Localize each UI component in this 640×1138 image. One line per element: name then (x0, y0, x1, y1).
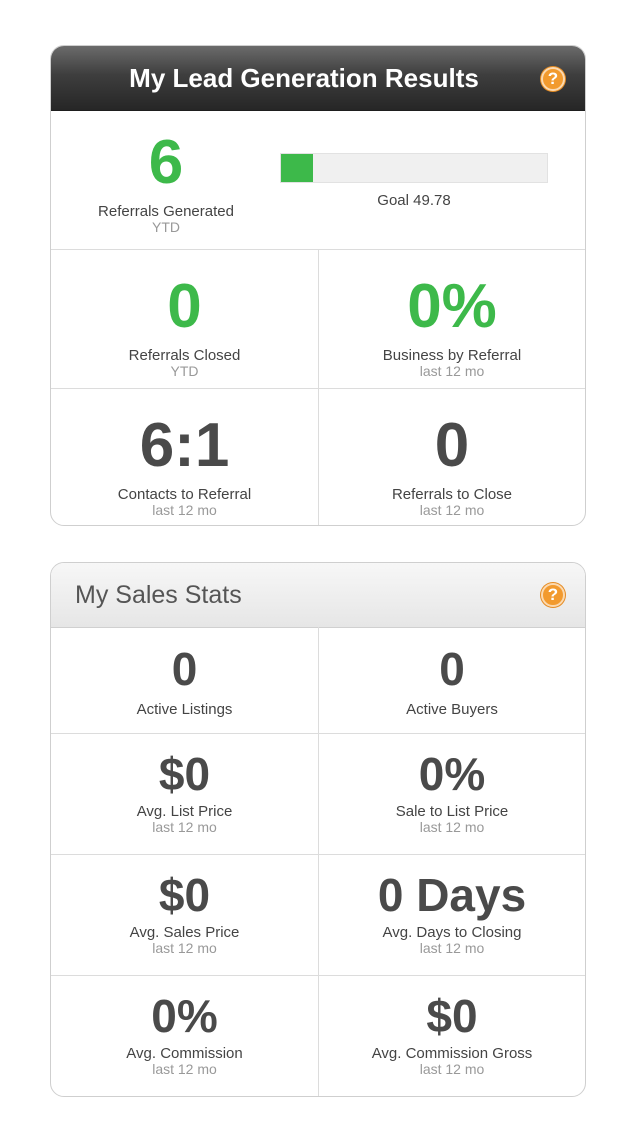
active-buyers-label: Active Buyers (406, 701, 498, 718)
business-by-referral-value: 0% (407, 272, 497, 341)
question-mark-icon[interactable]: ? (541, 67, 565, 91)
referral-goal-progress-bar (280, 153, 548, 183)
referrals-generated-value: 6 (148, 128, 184, 197)
avg-commission-gross-label: Avg. Commission Gross (371, 1045, 533, 1062)
lead-generation-header: My Lead Generation Results ? (51, 46, 585, 111)
sale-to-list-price-label: Sale to List Price (395, 803, 509, 820)
referrals-generated-period: YTD (152, 219, 180, 235)
avg-commission-period: last 12 mo (152, 1061, 217, 1077)
avg-commission-label: Avg. Commission (126, 1045, 243, 1062)
referral-goal-progress-fill (281, 154, 313, 182)
contacts-to-referral-value: 6:1 (139, 411, 230, 480)
lead-stats-row-3: 6:1 Contacts to Referral last 12 mo 0 Re… (51, 388, 585, 525)
sales-stats-row-1: 0 Active Listings 0 Active Buyers (51, 627, 585, 733)
avg-list-price-label: Avg. List Price (136, 803, 233, 820)
contacts-to-referral-period: last 12 mo (152, 502, 217, 518)
business-by-referral-stat: 0% Business by Referral last 12 mo (318, 250, 585, 388)
avg-list-price-value: $0 (158, 748, 211, 800)
referral-goal-text: Goal 49.78 (377, 192, 451, 209)
referrals-closed-value: 0 (167, 272, 202, 341)
avg-sales-price-value: $0 (158, 869, 211, 921)
avg-commission-value: 0% (151, 990, 218, 1042)
referrals-closed-period: YTD (170, 363, 199, 379)
referrals-closed-label: Referrals Closed (128, 347, 241, 364)
active-listings-label: Active Listings (136, 701, 233, 718)
lead-generation-title: My Lead Generation Results (129, 63, 479, 93)
avg-sales-price-label: Avg. Sales Price (129, 924, 240, 941)
avg-list-price-stat: $0 Avg. List Price last 12 mo (51, 734, 318, 854)
avg-commission-gross-period: last 12 mo (419, 1061, 485, 1077)
sales-stats-header: My Sales Stats ? (51, 563, 585, 628)
sales-stats-row-4: 0% Avg. Commission last 12 mo $0 Avg. Co… (51, 975, 585, 1096)
contacts-to-referral-label: Contacts to Referral (117, 486, 252, 503)
referrals-closed-stat: 0 Referrals Closed YTD (51, 250, 318, 388)
sales-stats-row-3: $0 Avg. Sales Price last 12 mo 0 Days Av… (51, 854, 585, 975)
lead-stats-row-2: 0 Referrals Closed YTD 0% Business by Re… (51, 249, 585, 388)
avg-list-price-period: last 12 mo (152, 819, 217, 835)
avg-days-to-closing-label: Avg. Days to Closing (382, 924, 522, 941)
active-listings-stat: 0 Active Listings (51, 627, 318, 733)
referrals-generated-label: Referrals Generated (98, 203, 234, 220)
avg-days-to-closing-stat: 0 Days Avg. Days to Closing last 12 mo (318, 855, 585, 975)
active-buyers-stat: 0 Active Buyers (318, 627, 585, 733)
avg-sales-price-stat: $0 Avg. Sales Price last 12 mo (51, 855, 318, 975)
active-buyers-value: 0 (439, 643, 465, 695)
avg-commission-stat: 0% Avg. Commission last 12 mo (51, 976, 318, 1096)
avg-days-to-closing-period: last 12 mo (419, 940, 485, 956)
referrals-generated-stat: 6 Referrals Generated YTD (51, 110, 281, 235)
sale-to-list-price-period: last 12 mo (419, 819, 485, 835)
question-mark-icon[interactable]: ? (541, 583, 565, 607)
referrals-to-close-label: Referrals to Close (391, 486, 513, 503)
business-by-referral-label: Business by Referral (382, 347, 522, 364)
referrals-generated-row: 6 Referrals Generated YTD Goal 49.78 (51, 110, 585, 249)
contacts-to-referral-stat: 6:1 Contacts to Referral last 12 mo (51, 389, 318, 525)
sales-stats-card: My Sales Stats ? 0 Active Listings 0 Act… (50, 562, 586, 1097)
avg-commission-gross-stat: $0 Avg. Commission Gross last 12 mo (318, 976, 585, 1096)
referrals-to-close-value: 0 (434, 411, 470, 480)
lead-generation-card: My Lead Generation Results ? 6 Referrals… (50, 45, 586, 526)
referrals-to-close-period: last 12 mo (419, 502, 485, 518)
avg-commission-gross-value: $0 (426, 990, 478, 1042)
sales-stats-title: My Sales Stats (75, 581, 242, 609)
active-listings-value: 0 (171, 643, 198, 695)
avg-sales-price-period: last 12 mo (152, 940, 217, 956)
sales-stats-row-2: $0 Avg. List Price last 12 mo 0% Sale to… (51, 733, 585, 854)
business-by-referral-period: last 12 mo (419, 363, 485, 379)
referrals-to-close-stat: 0 Referrals to Close last 12 mo (318, 389, 585, 525)
sale-to-list-price-value: 0% (418, 748, 486, 800)
sale-to-list-price-stat: 0% Sale to List Price last 12 mo (318, 734, 585, 854)
avg-days-to-closing-value: 0 Days (377, 869, 527, 921)
